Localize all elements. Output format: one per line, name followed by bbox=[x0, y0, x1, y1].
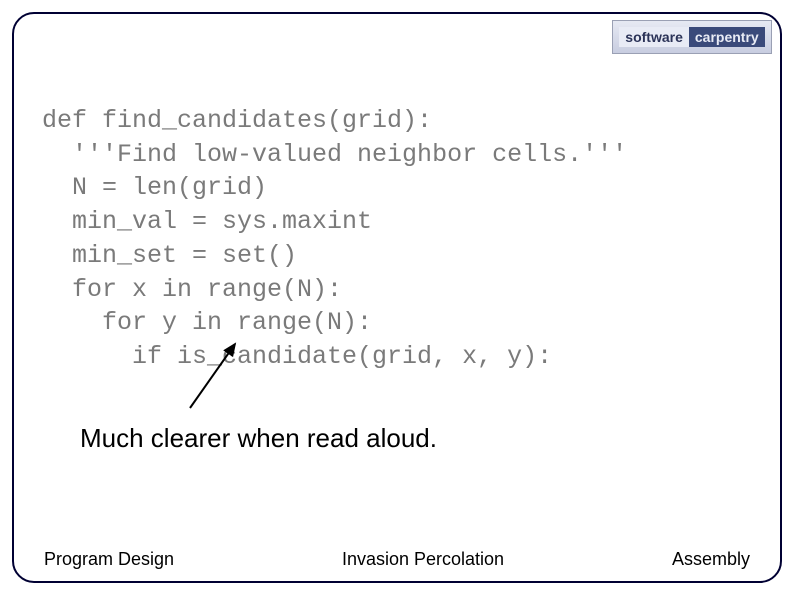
code-line-7: for y in range(N): bbox=[42, 308, 372, 337]
pointer-arrow-icon bbox=[180, 336, 260, 416]
code-line-2: '''Find low-valued neighbor cells.''' bbox=[42, 140, 627, 169]
caption-text: Much clearer when read aloud. bbox=[80, 423, 437, 454]
footer-left: Program Design bbox=[44, 549, 174, 570]
code-line-4: min_val = sys.maxint bbox=[42, 207, 372, 236]
code-line-3: N = len(grid) bbox=[42, 173, 267, 202]
code-block: def find_candidates(grid): '''Find low-v… bbox=[42, 70, 627, 374]
logo-left-word: software bbox=[619, 27, 689, 47]
footer-right: Assembly bbox=[672, 549, 750, 570]
logo-right-word: carpentry bbox=[689, 27, 765, 47]
footer-center: Invasion Percolation bbox=[342, 549, 504, 570]
code-line-5: min_set = set() bbox=[42, 241, 297, 270]
code-line-8: if is_candidate(grid, x, y): bbox=[42, 342, 552, 371]
code-line-6: for x in range(N): bbox=[42, 275, 342, 304]
code-line-1: def find_candidates(grid): bbox=[42, 106, 432, 135]
software-carpentry-logo: software carpentry bbox=[612, 20, 772, 54]
slide-footer: Program Design Invasion Percolation Asse… bbox=[0, 549, 794, 570]
